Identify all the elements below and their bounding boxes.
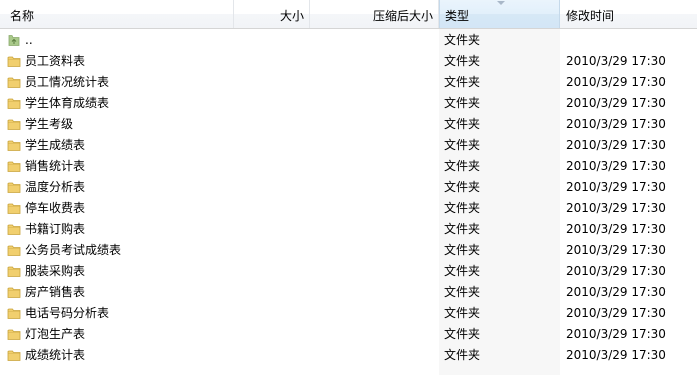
file-type: 文件夹 <box>444 75 481 89</box>
file-row[interactable]: 员工资料表 文件夹 2010/3/29 17:30 <box>0 51 697 72</box>
file-modified: 2010/3/29 17:30 <box>566 243 666 257</box>
file-name: 电话号码分析表 <box>25 306 110 320</box>
folder-icon <box>7 348 21 362</box>
folder-icon <box>7 243 21 257</box>
file-modified: 2010/3/29 17:30 <box>566 327 666 341</box>
file-row[interactable]: 服装采购表 文件夹 2010/3/29 17:30 <box>0 261 697 282</box>
column-header-name[interactable]: 名称 <box>0 0 234 28</box>
file-modified: 2010/3/29 17:30 <box>566 138 666 152</box>
file-type: 文件夹 <box>444 348 481 362</box>
file-name: 成绩统计表 <box>25 348 86 362</box>
file-type: 文件夹 <box>444 306 481 320</box>
folder-icon <box>7 222 21 236</box>
file-name: 公务员考试成绩表 <box>25 243 122 257</box>
file-name: 员工资料表 <box>25 54 86 68</box>
file-name: 房产销售表 <box>25 285 86 299</box>
file-list-view: 名称 大小 压缩后大小 类型 修改时间 .. 文件夹 员工资料表 文件夹 2010/3/… <box>0 0 697 375</box>
file-row[interactable]: 销售统计表 文件夹 2010/3/29 17:30 <box>0 156 697 177</box>
folder-icon <box>7 264 21 278</box>
column-header-size[interactable]: 大小 <box>234 0 310 28</box>
column-header-type-label: 类型 <box>445 9 470 23</box>
file-name: 停车收费表 <box>25 201 86 215</box>
folder-icon <box>7 159 21 173</box>
column-header-name-label: 名称 <box>10 9 35 23</box>
file-row[interactable]: 停车收费表 文件夹 2010/3/29 17:30 <box>0 198 697 219</box>
file-type: 文件夹 <box>444 33 481 47</box>
file-modified: 2010/3/29 17:30 <box>566 159 666 173</box>
file-type: 文件夹 <box>444 54 481 68</box>
column-header-bar: 名称 大小 压缩后大小 类型 修改时间 <box>0 0 697 29</box>
folder-icon <box>7 54 21 68</box>
file-row[interactable]: 温度分析表 文件夹 2010/3/29 17:30 <box>0 177 697 198</box>
file-modified: 2010/3/29 17:30 <box>566 54 666 68</box>
file-modified: 2010/3/29 17:30 <box>566 75 666 89</box>
file-row[interactable]: 学生成绩表 文件夹 2010/3/29 17:30 <box>0 135 697 156</box>
file-type: 文件夹 <box>444 327 481 341</box>
column-header-compressed-size-label: 压缩后大小 <box>372 9 433 23</box>
file-type: 文件夹 <box>444 222 481 236</box>
file-type: 文件夹 <box>444 117 481 131</box>
file-type: 文件夹 <box>444 138 481 152</box>
file-name: 灯泡生产表 <box>25 327 86 341</box>
file-type: 文件夹 <box>444 243 481 257</box>
column-header-size-label: 大小 <box>279 9 304 23</box>
folder-icon <box>7 306 21 320</box>
folder-icon <box>7 201 21 215</box>
column-header-compressed-size[interactable]: 压缩后大小 <box>310 0 439 28</box>
file-name: 学生体育成绩表 <box>25 96 110 110</box>
file-row[interactable]: 房产销售表 文件夹 2010/3/29 17:30 <box>0 282 697 303</box>
file-modified: 2010/3/29 17:30 <box>566 201 666 215</box>
column-header-type[interactable]: 类型 <box>439 0 560 28</box>
column-header-modified[interactable]: 修改时间 <box>560 0 697 28</box>
folder-icon <box>7 96 21 110</box>
file-row[interactable]: 成绩统计表 文件夹 2010/3/29 17:30 <box>0 345 697 366</box>
file-row[interactable]: .. 文件夹 <box>0 30 697 51</box>
file-row[interactable]: 学生考级 文件夹 2010/3/29 17:30 <box>0 114 697 135</box>
file-type: 文件夹 <box>444 159 481 173</box>
file-name: .. <box>25 33 33 47</box>
file-name: 学生考级 <box>25 117 74 131</box>
column-header-modified-label: 修改时间 <box>566 9 615 23</box>
file-row[interactable]: 电话号码分析表 文件夹 2010/3/29 17:30 <box>0 303 697 324</box>
folder-icon <box>7 327 21 341</box>
folder-icon <box>7 285 21 299</box>
file-modified: 2010/3/29 17:30 <box>566 285 666 299</box>
file-name: 销售统计表 <box>25 159 86 173</box>
folder-icon <box>7 180 21 194</box>
file-type: 文件夹 <box>444 180 481 194</box>
file-type: 文件夹 <box>444 96 481 110</box>
file-modified: 2010/3/29 17:30 <box>566 348 666 362</box>
folder-icon <box>7 75 21 89</box>
file-modified: 2010/3/29 17:30 <box>566 222 666 236</box>
file-modified: 2010/3/29 17:30 <box>566 180 666 194</box>
folder-up-icon <box>7 33 21 47</box>
folder-icon <box>7 138 21 152</box>
sort-ascending-icon <box>497 1 505 5</box>
file-row[interactable]: 书籍订购表 文件夹 2010/3/29 17:30 <box>0 219 697 240</box>
file-type: 文件夹 <box>444 285 481 299</box>
file-row[interactable]: 灯泡生产表 文件夹 2010/3/29 17:30 <box>0 324 697 345</box>
file-row[interactable]: 公务员考试成绩表 文件夹 2010/3/29 17:30 <box>0 240 697 261</box>
file-name: 温度分析表 <box>25 180 86 194</box>
folder-icon <box>7 117 21 131</box>
file-name: 员工情况统计表 <box>25 75 110 89</box>
file-row[interactable]: 员工情况统计表 文件夹 2010/3/29 17:30 <box>0 72 697 93</box>
file-modified: 2010/3/29 17:30 <box>566 264 666 278</box>
file-row[interactable]: 学生体育成绩表 文件夹 2010/3/29 17:30 <box>0 93 697 114</box>
file-modified: 2010/3/29 17:30 <box>566 306 666 320</box>
file-type: 文件夹 <box>444 264 481 278</box>
file-type: 文件夹 <box>444 201 481 215</box>
file-name: 书籍订购表 <box>25 222 86 236</box>
file-name: 服装采购表 <box>25 264 86 278</box>
file-modified: 2010/3/29 17:30 <box>566 96 666 110</box>
file-name: 学生成绩表 <box>25 138 86 152</box>
file-modified: 2010/3/29 17:30 <box>566 117 666 131</box>
